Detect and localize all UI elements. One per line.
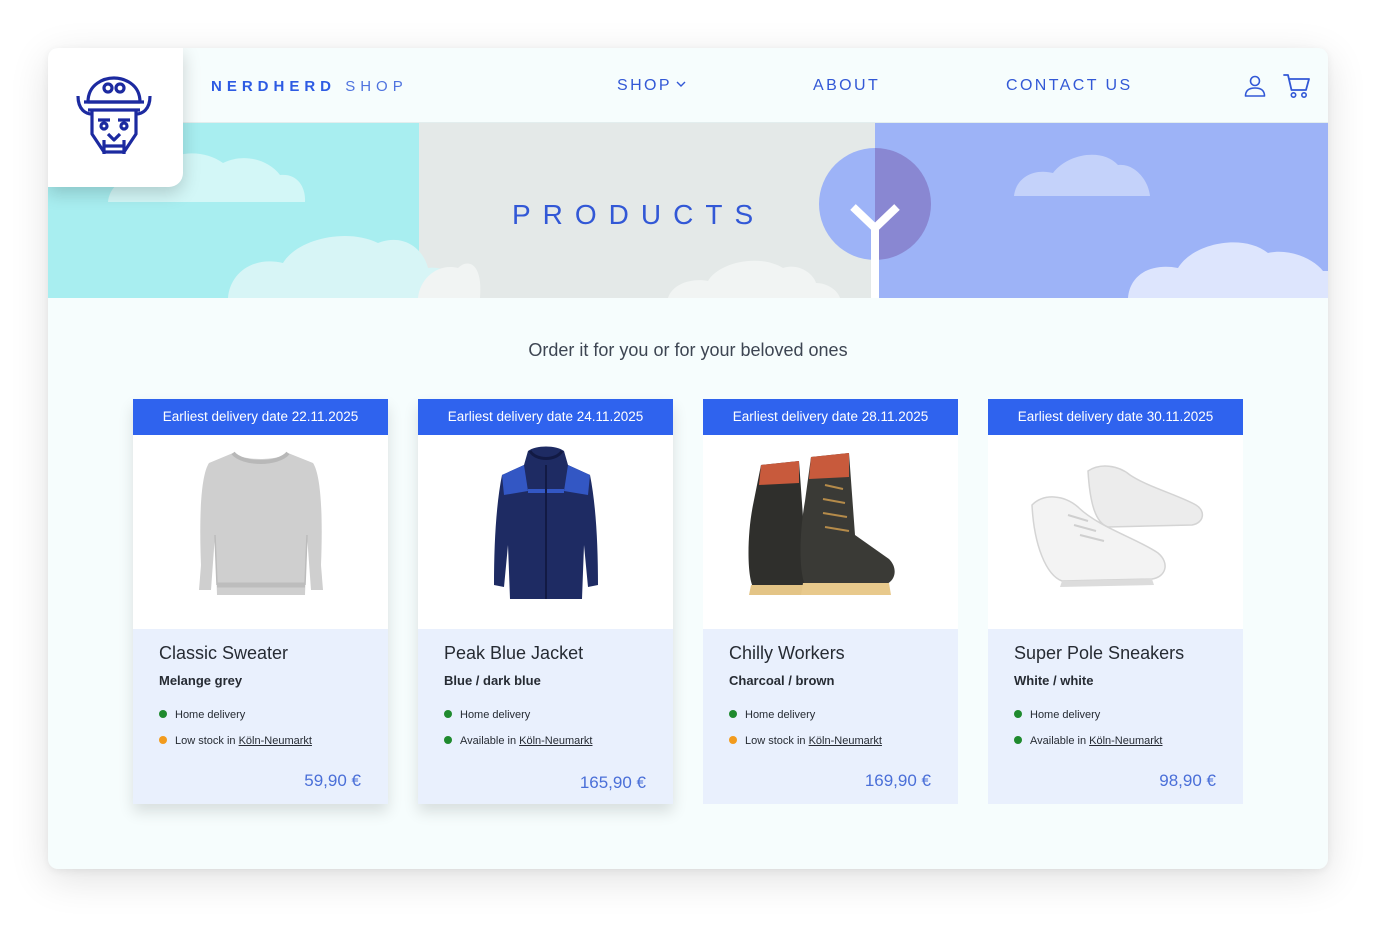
status-dot-green (444, 736, 452, 744)
store-location-link[interactable]: Köln-Neumarkt (239, 735, 312, 747)
product-variant: White / white (1014, 673, 1094, 688)
product-image-sweater[interactable] (133, 435, 388, 629)
store-stock-status: Low stock in Köln-Neumarkt (159, 735, 312, 747)
product-image-sneakers[interactable] (988, 435, 1243, 629)
nav-about[interactable]: ABOUT (813, 77, 880, 95)
banner-title: PRODUCTS (512, 199, 766, 230)
status-dot-green (1014, 736, 1022, 744)
delivery-date-badge: Earliest delivery date 28.11.2025 (703, 399, 958, 435)
product-name[interactable]: Peak Blue Jacket (444, 643, 583, 664)
product-price: 98,90 € (1159, 771, 1216, 790)
brand-secondary: SHOP (345, 78, 408, 95)
store-location-link[interactable]: Köln-Neumarkt (519, 735, 592, 747)
status-dot-green (159, 710, 167, 718)
brand-name[interactable]: NERDHERD SHOP (211, 78, 408, 95)
status-dot-green (729, 710, 737, 718)
status-dot-orange (159, 736, 167, 744)
store-stock-status: Available in Köln-Neumarkt (444, 735, 592, 747)
sneakers-image (1031, 465, 1204, 587)
product-price: 59,90 € (304, 771, 361, 790)
store-location-link[interactable]: Köln-Neumarkt (1089, 735, 1162, 747)
page-frame: NERDHERD SHOP SHOP ABOUT CONTACT US PROD… (48, 48, 1328, 869)
product-variant: Melange grey (159, 673, 243, 688)
delivery-date-badge: Earliest delivery date 30.11.2025 (988, 399, 1243, 435)
chevron-down-icon (676, 81, 686, 87)
product-card[interactable]: Earliest delivery date 30.11.2025 Super … (988, 399, 1243, 804)
product-price: 169,90 € (864, 771, 931, 790)
sweater-image (199, 451, 323, 595)
hero-banner: PRODUCTS (48, 123, 1328, 298)
status-dot-orange (729, 736, 737, 744)
product-card[interactable]: Earliest delivery date 28.11.2025 Chilly… (703, 399, 958, 804)
logo[interactable] (48, 48, 183, 187)
store-stock-status: Available in Köln-Neumarkt (1014, 735, 1162, 747)
product-name[interactable]: Chilly Workers (729, 643, 845, 664)
home-delivery-status: Home delivery (159, 709, 245, 721)
home-delivery-status: Home delivery (444, 709, 530, 721)
home-delivery-status: Home delivery (1014, 709, 1100, 721)
brand-primary: NERDHERD (211, 78, 337, 95)
nav-contact-us[interactable]: CONTACT US (1006, 77, 1133, 95)
product-card[interactable]: Earliest delivery date 24.11.2025 Peak B… (418, 399, 673, 804)
cart-icon[interactable] (1283, 73, 1311, 99)
bison-logo-icon (76, 76, 152, 154)
product-card[interactable]: Earliest delivery date 22.11.2025 Classi… (133, 399, 388, 804)
user-icon[interactable] (1243, 74, 1267, 98)
product-name[interactable]: Super Pole Sneakers (1014, 643, 1184, 664)
boots-image (748, 453, 895, 595)
store-location-link[interactable]: Köln-Neumarkt (809, 735, 882, 747)
status-dot-green (1014, 710, 1022, 718)
status-dot-green (444, 710, 452, 718)
product-price: 165,90 € (579, 773, 646, 792)
product-variant: Charcoal / brown (729, 673, 835, 688)
nav-shop-label: SHOP (617, 77, 672, 94)
product-image-jacket[interactable] (418, 435, 673, 629)
site-header: NERDHERD SHOP SHOP ABOUT CONTACT US (48, 48, 1328, 123)
jacket-image (494, 446, 598, 599)
nav-shop[interactable]: SHOP (617, 77, 686, 95)
product-name[interactable]: Classic Sweater (159, 643, 288, 664)
product-image-boots[interactable] (703, 435, 958, 629)
store-stock-status: Low stock in Köln-Neumarkt (729, 735, 882, 747)
product-variant: Blue / dark blue (444, 673, 541, 688)
home-delivery-status: Home delivery (729, 709, 815, 721)
tagline: Order it for you or for your beloved one… (528, 340, 848, 360)
delivery-date-badge: Earliest delivery date 22.11.2025 (133, 399, 388, 435)
delivery-date-badge: Earliest delivery date 24.11.2025 (418, 399, 673, 435)
